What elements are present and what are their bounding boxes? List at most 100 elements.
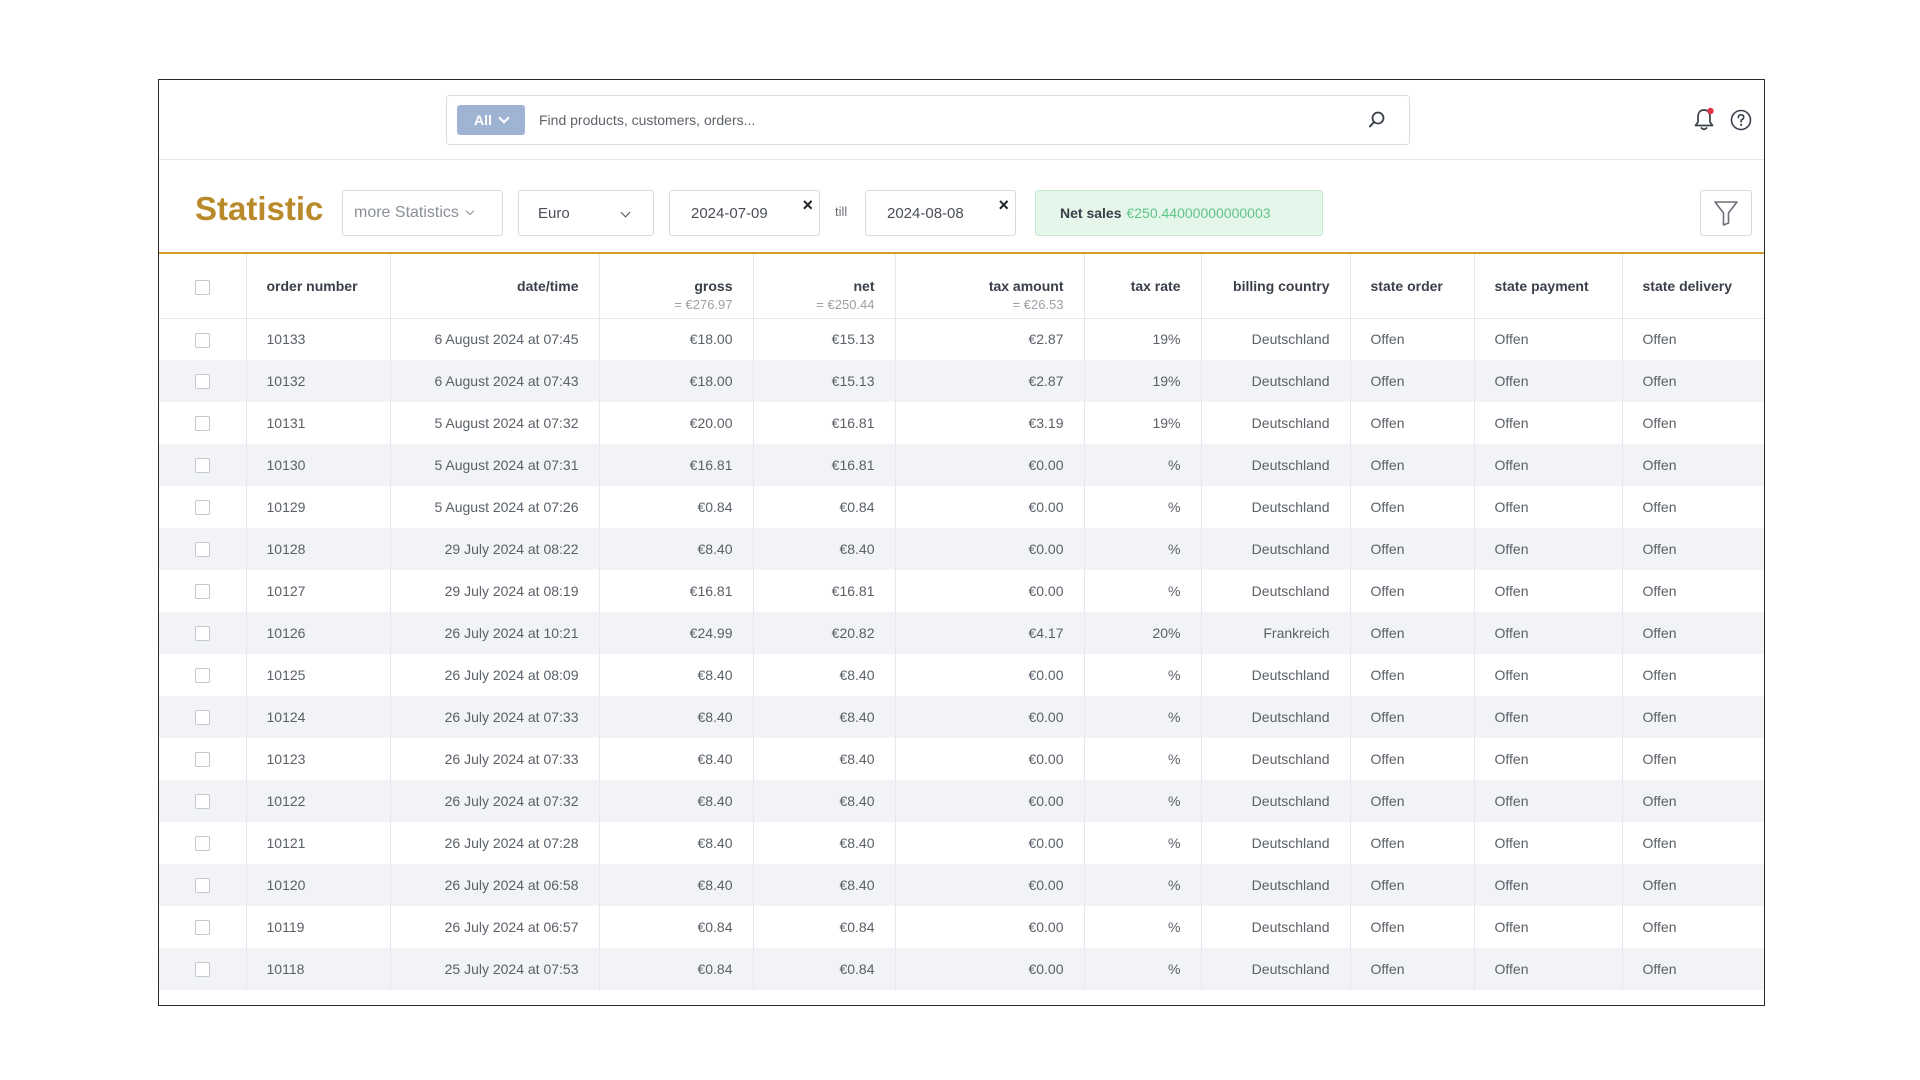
search-input[interactable] <box>539 105 1339 135</box>
row-checkbox[interactable] <box>194 332 210 348</box>
table-row[interactable]: 10122 26 July 2024 at 07:32 €8.40 €8.40 €0.0… <box>159 780 1764 822</box>
row-select-cell <box>159 444 247 486</box>
cell-state-payment: Offen <box>1474 486 1623 528</box>
more-statistics-dropdown[interactable]: more Statistics <box>342 190 503 236</box>
cell-gross: €18.00 <box>599 318 754 360</box>
header-date-time[interactable]: date/time <box>390 254 600 318</box>
search-scope-dropdown[interactable]: All <box>457 105 525 135</box>
table-row[interactable]: 10130 5 August 2024 at 07:31 €16.81 €16.81 €… <box>159 444 1764 486</box>
row-checkbox[interactable] <box>194 500 210 516</box>
row-checkbox[interactable] <box>194 710 210 726</box>
cell-billing-country: Deutschland <box>1201 696 1351 738</box>
table-row[interactable]: 10118 25 July 2024 at 07:53 €0.84 €0.84 €0.0… <box>159 948 1764 990</box>
header-gross-label: gross <box>694 278 733 294</box>
cell-gross: €8.40 <box>599 864 754 906</box>
header-tax-rate[interactable]: tax rate <box>1084 254 1202 318</box>
table-row[interactable]: 10121 26 July 2024 at 07:28 €8.40 €8.40 €0.0… <box>159 822 1764 864</box>
cell-billing-country: Deutschland <box>1201 486 1351 528</box>
cell-tax-amount: €0.00 <box>895 486 1085 528</box>
header-tax-amount[interactable]: tax amount = €26.53 <box>895 254 1085 318</box>
more-statistics-label: more Statistics <box>354 204 459 221</box>
cell-state-order: Offen <box>1350 318 1475 360</box>
cell-net: €0.84 <box>753 948 896 990</box>
cell-tax-amount: €0.00 <box>895 906 1085 948</box>
cell-gross: €8.40 <box>599 528 754 570</box>
header-gross[interactable]: gross = €276.97 <box>599 254 754 318</box>
row-checkbox[interactable] <box>194 416 210 432</box>
cell-tax-amount: €2.87 <box>895 318 1085 360</box>
table-row[interactable]: 10125 26 July 2024 at 08:09 €8.40 €8.40 €0.0… <box>159 654 1764 696</box>
orders-table: order number date/time gross = €276.97 n… <box>159 254 1764 990</box>
orders-table-container: order number date/time gross = €276.97 n… <box>159 254 1764 1005</box>
date-from-field[interactable]: 2024-07-09 × <box>669 190 820 236</box>
header-state-delivery[interactable]: state delivery <box>1622 254 1764 318</box>
cell-date-time: 29 July 2024 at 08:19 <box>390 570 600 612</box>
table-row[interactable]: 10124 26 July 2024 at 07:33 €8.40 €8.40 €0.0… <box>159 696 1764 738</box>
header-state-payment[interactable]: state payment <box>1474 254 1623 318</box>
chevron-down-icon <box>465 206 475 216</box>
cell-date-time: 6 August 2024 at 07:43 <box>390 360 600 402</box>
cell-state-delivery: Offen <box>1642 499 1677 515</box>
row-checkbox[interactable] <box>194 794 210 810</box>
help-icon[interactable] <box>1730 109 1752 131</box>
table-row[interactable]: 10131 5 August 2024 at 07:32 €20.00 €16.81 €… <box>159 402 1764 444</box>
select-all-checkbox[interactable] <box>194 279 210 295</box>
cell-net: €15.13 <box>753 360 896 402</box>
row-checkbox[interactable] <box>194 752 210 768</box>
table-row[interactable]: 10133 6 August 2024 at 07:45 €18.00 €15.13 €… <box>159 318 1764 360</box>
row-select-cell <box>159 360 247 402</box>
currency-value: Euro <box>538 204 570 222</box>
cell-billing-country: Deutschland <box>1201 570 1351 612</box>
cell-date-time: 5 August 2024 at 07:26 <box>390 486 600 528</box>
select-all-header <box>159 254 247 318</box>
row-checkbox[interactable] <box>194 962 210 978</box>
header-billing-country[interactable]: billing country <box>1201 254 1351 318</box>
cell-net: €0.84 <box>753 486 896 528</box>
header-net[interactable]: net = €250.44 <box>753 254 896 318</box>
cell-tax-amount: €2.87 <box>895 360 1085 402</box>
page-title: Statistic <box>195 190 324 227</box>
row-checkbox[interactable] <box>194 920 210 936</box>
table-row[interactable]: 10123 26 July 2024 at 07:33 €8.40 €8.40 €0.0… <box>159 738 1764 780</box>
cell-gross: €8.40 <box>599 780 754 822</box>
row-select-cell <box>159 864 247 906</box>
table-row[interactable]: 10128 29 July 2024 at 08:22 €8.40 €8.40 €0.0… <box>159 528 1764 570</box>
row-checkbox[interactable] <box>194 584 210 600</box>
filter-button[interactable] <box>1700 190 1752 236</box>
row-checkbox[interactable] <box>194 542 210 558</box>
row-checkbox[interactable] <box>194 836 210 852</box>
bell-icon[interactable] <box>1692 107 1716 133</box>
row-checkbox[interactable] <box>194 374 210 390</box>
row-select-cell <box>159 738 247 780</box>
table-row[interactable]: 10120 26 July 2024 at 06:58 €8.40 €8.40 €0.0… <box>159 864 1764 906</box>
row-checkbox[interactable] <box>194 626 210 642</box>
date-to-field[interactable]: 2024-08-08 × <box>865 190 1016 236</box>
cell-state-delivery: Offen <box>1642 835 1677 851</box>
cell-order-number: 10125 <box>246 654 391 696</box>
row-checkbox[interactable] <box>194 458 210 474</box>
cell-net: €8.40 <box>753 822 896 864</box>
cell-state-delivery: Offen <box>1642 583 1677 599</box>
cell-state-delivery: Offen <box>1642 667 1677 683</box>
row-select-cell <box>159 654 247 696</box>
clear-date-to-icon[interactable]: × <box>998 195 1009 216</box>
table-row[interactable]: 10132 6 August 2024 at 07:43 €18.00 €15.13 €… <box>159 360 1764 402</box>
cell-billing-country: Deutschland <box>1201 402 1351 444</box>
cell-billing-country: Deutschland <box>1201 864 1351 906</box>
table-row[interactable]: 10119 26 July 2024 at 06:57 €0.84 €0.84 €0.0… <box>159 906 1764 948</box>
header-tax-amount-total: = €26.53 <box>1012 297 1064 312</box>
clear-date-from-icon[interactable]: × <box>802 195 813 216</box>
cell-order-number: 10121 <box>246 822 391 864</box>
row-select-cell <box>159 696 247 738</box>
cell-tax-rate: % <box>1084 948 1202 990</box>
cell-tax-amount: €0.00 <box>895 822 1085 864</box>
table-row[interactable]: 10127 29 July 2024 at 08:19 €16.81 €16.81 €0… <box>159 570 1764 612</box>
header-order-number[interactable]: order number <box>246 254 391 318</box>
table-row[interactable]: 10129 5 August 2024 at 07:26 €0.84 €0.84 €0.… <box>159 486 1764 528</box>
table-row[interactable]: 10126 26 July 2024 at 10:21 €24.99 €20.82 €4… <box>159 612 1764 654</box>
row-checkbox[interactable] <box>194 878 210 894</box>
currency-select[interactable]: Euro <box>518 190 654 236</box>
header-state-order[interactable]: state order <box>1350 254 1475 318</box>
row-checkbox[interactable] <box>194 668 210 684</box>
search-icon[interactable] <box>1367 110 1387 130</box>
